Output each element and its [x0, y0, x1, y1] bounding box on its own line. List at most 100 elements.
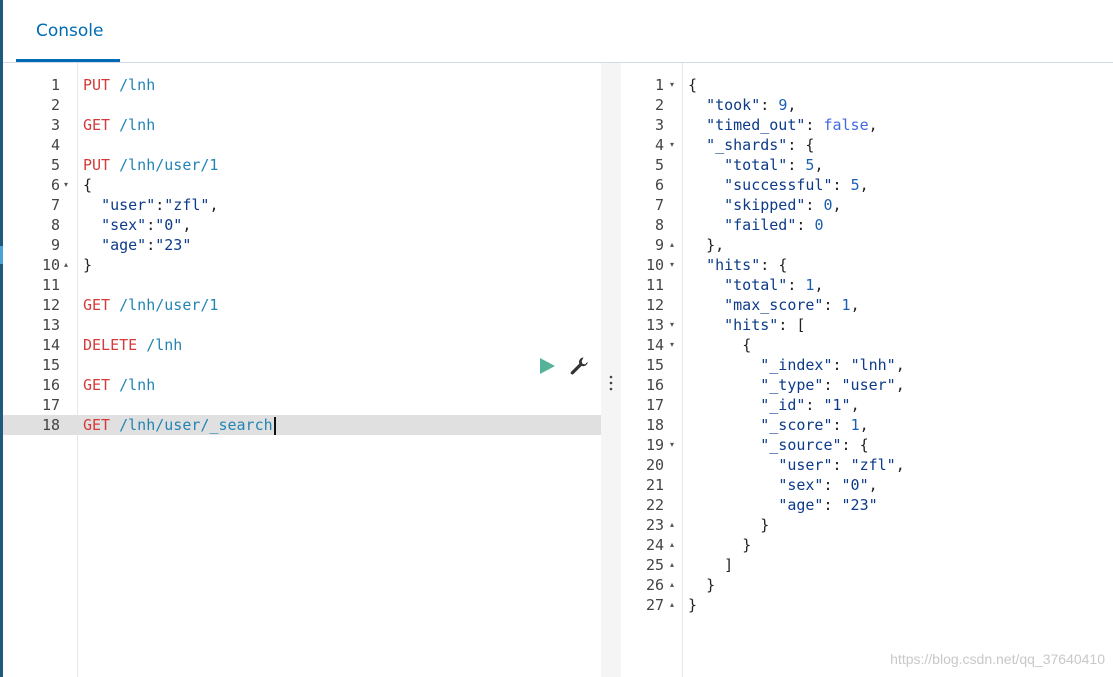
fold-open-icon[interactable]: ▾: [670, 315, 674, 335]
request-editor[interactable]: 1 PUT /lnh 2 3 GET /lnh 4 5 PUT /lnh/user/1 6 ▾ {7…: [3, 63, 601, 677]
request-line[interactable]: 10 ▴}: [3, 255, 601, 275]
request-line[interactable]: 18 GET /lnh/user/_search: [3, 415, 601, 435]
request-line[interactable]: 13: [3, 315, 601, 335]
response-line[interactable]: 12 "max_score": 1,: [621, 295, 1113, 315]
response-line[interactable]: 3 "timed_out": false,: [621, 115, 1113, 135]
request-path: /lnh/user/_search: [119, 416, 273, 434]
fold-open-icon[interactable]: ▾: [670, 255, 674, 275]
code-text: "skipped": 0,: [724, 196, 842, 214]
play-icon[interactable]: [538, 357, 556, 375]
response-line[interactable]: 24 ▴ }: [621, 535, 1113, 555]
line-number: 20: [645, 456, 664, 474]
request-line[interactable]: 3 GET /lnh: [3, 115, 601, 135]
line-number: 6: [50, 176, 60, 194]
code-text: GET /lnh: [83, 375, 155, 395]
response-line[interactable]: 6 "successful": 5,: [621, 175, 1113, 195]
response-line[interactable]: 14 ▾ {: [621, 335, 1113, 355]
response-line[interactable]: 5 "total": 5,: [621, 155, 1113, 175]
code-text: GET /lnh: [83, 115, 155, 135]
line-number: 13: [41, 316, 60, 334]
text-cursor: [273, 416, 276, 435]
request-line[interactable]: 1 PUT /lnh: [3, 75, 601, 95]
fold-open-icon[interactable]: ▾: [670, 335, 674, 355]
line-number: 9: [654, 236, 664, 254]
request-line[interactable]: 2: [3, 95, 601, 115]
code-text: PUT /lnh: [83, 75, 155, 95]
response-line[interactable]: 13 ▾ "hits": [: [621, 315, 1113, 335]
http-method: DELETE: [83, 336, 138, 354]
response-line[interactable]: 17 "_id": "1",: [621, 395, 1113, 415]
request-path: /lnh/user/1: [119, 296, 219, 314]
response-line[interactable]: 11 "total": 1,: [621, 275, 1113, 295]
response-line[interactable]: 27 ▴}: [621, 595, 1113, 615]
code-text: "max_score": 1,: [724, 296, 860, 314]
fold-close-icon[interactable]: ▴: [670, 595, 674, 615]
response-line[interactable]: 25 ▴ ]: [621, 555, 1113, 575]
code-text: "sex": "0",: [778, 476, 878, 494]
fold-open-icon[interactable]: ▾: [670, 435, 674, 455]
line-number: 16: [645, 376, 664, 394]
response-line[interactable]: 4 ▾ "_shards": {: [621, 135, 1113, 155]
response-viewer[interactable]: 1 ▾{2 "took": 9, 3 "timed_out": false, 4 ▾ "…: [621, 63, 1113, 677]
request-line[interactable]: 15: [3, 355, 601, 375]
request-line[interactable]: 6 ▾ {: [3, 175, 601, 195]
response-line[interactable]: 19 ▾ "_source": {: [621, 435, 1113, 455]
fold-open-icon[interactable]: ▾: [64, 175, 68, 195]
line-number: 4: [50, 136, 60, 154]
watermark: https://blog.csdn.net/qq_37640410: [890, 651, 1105, 667]
code-text: "took": 9,: [706, 96, 797, 114]
response-line[interactable]: 16 "_type": "user",: [621, 375, 1113, 395]
code-text: {: [83, 176, 93, 194]
line-number: 6: [654, 176, 664, 194]
request-line[interactable]: 12 GET /lnh/user/1: [3, 295, 601, 315]
code-text: }: [688, 596, 698, 614]
line-number: 17: [41, 396, 60, 414]
fold-open-icon[interactable]: ▾: [670, 135, 674, 155]
code-text: }: [706, 576, 716, 594]
response-line[interactable]: 9 ▴ },: [621, 235, 1113, 255]
request-line[interactable]: 16 GET /lnh: [3, 375, 601, 395]
fold-open-icon[interactable]: ▾: [670, 75, 674, 95]
fold-close-icon[interactable]: ▴: [670, 235, 674, 255]
code-text: "total": 1,: [724, 276, 824, 294]
fold-close-icon[interactable]: ▴: [670, 575, 674, 595]
line-number: 19: [645, 436, 664, 454]
response-line[interactable]: 23 ▴ }: [621, 515, 1113, 535]
fold-close-icon[interactable]: ▴: [670, 555, 674, 575]
line-number: 10: [41, 256, 60, 274]
line-number: 1: [654, 76, 664, 94]
code-text: "hits": {: [706, 256, 788, 274]
request-line[interactable]: 9 "age":"23": [3, 235, 601, 255]
request-line[interactable]: 5 PUT /lnh/user/1: [3, 155, 601, 175]
response-line[interactable]: 1 ▾ {: [621, 75, 1113, 95]
request-line[interactable]: 14 DELETE /lnh: [3, 335, 601, 355]
response-line[interactable]: 15 "_index": "lnh",: [621, 355, 1113, 375]
response-line[interactable]: 8 "failed": 0: [621, 215, 1113, 235]
request-line[interactable]: 17: [3, 395, 601, 415]
fold-close-icon[interactable]: ▴: [64, 255, 68, 275]
request-line[interactable]: 8 "sex":"0",: [3, 215, 601, 235]
request-line[interactable]: 7 "user":"zfl",: [3, 195, 601, 215]
response-line[interactable]: 18 "_score": 1,: [621, 415, 1113, 435]
response-line[interactable]: 22 "age": "23": [621, 495, 1113, 515]
response-line[interactable]: 10 ▾ "hits": {: [621, 255, 1113, 275]
request-path: /lnh/user/1: [119, 156, 219, 174]
pane-splitter[interactable]: [601, 63, 621, 677]
response-line[interactable]: 7 "skipped": 0,: [621, 195, 1113, 215]
request-line[interactable]: 11: [3, 275, 601, 295]
response-line[interactable]: 2 "took": 9,: [621, 95, 1113, 115]
line-number: 22: [645, 496, 664, 514]
line-number: 3: [654, 116, 664, 134]
fold-close-icon[interactable]: ▴: [670, 515, 674, 535]
code-text: "hits": [: [724, 316, 806, 334]
wrench-icon[interactable]: [569, 356, 589, 376]
fold-close-icon[interactable]: ▴: [670, 535, 674, 555]
response-line[interactable]: 20 "user": "zfl",: [621, 455, 1113, 475]
code-text: "user": "zfl",: [778, 456, 905, 474]
response-line[interactable]: 26 ▴ }: [621, 575, 1113, 595]
vertical-dots-icon[interactable]: [608, 373, 614, 393]
tab-console[interactable]: Console: [16, 0, 124, 62]
request-line[interactable]: 4: [3, 135, 601, 155]
http-method: PUT: [83, 76, 111, 94]
response-line[interactable]: 21 "sex": "0",: [621, 475, 1113, 495]
